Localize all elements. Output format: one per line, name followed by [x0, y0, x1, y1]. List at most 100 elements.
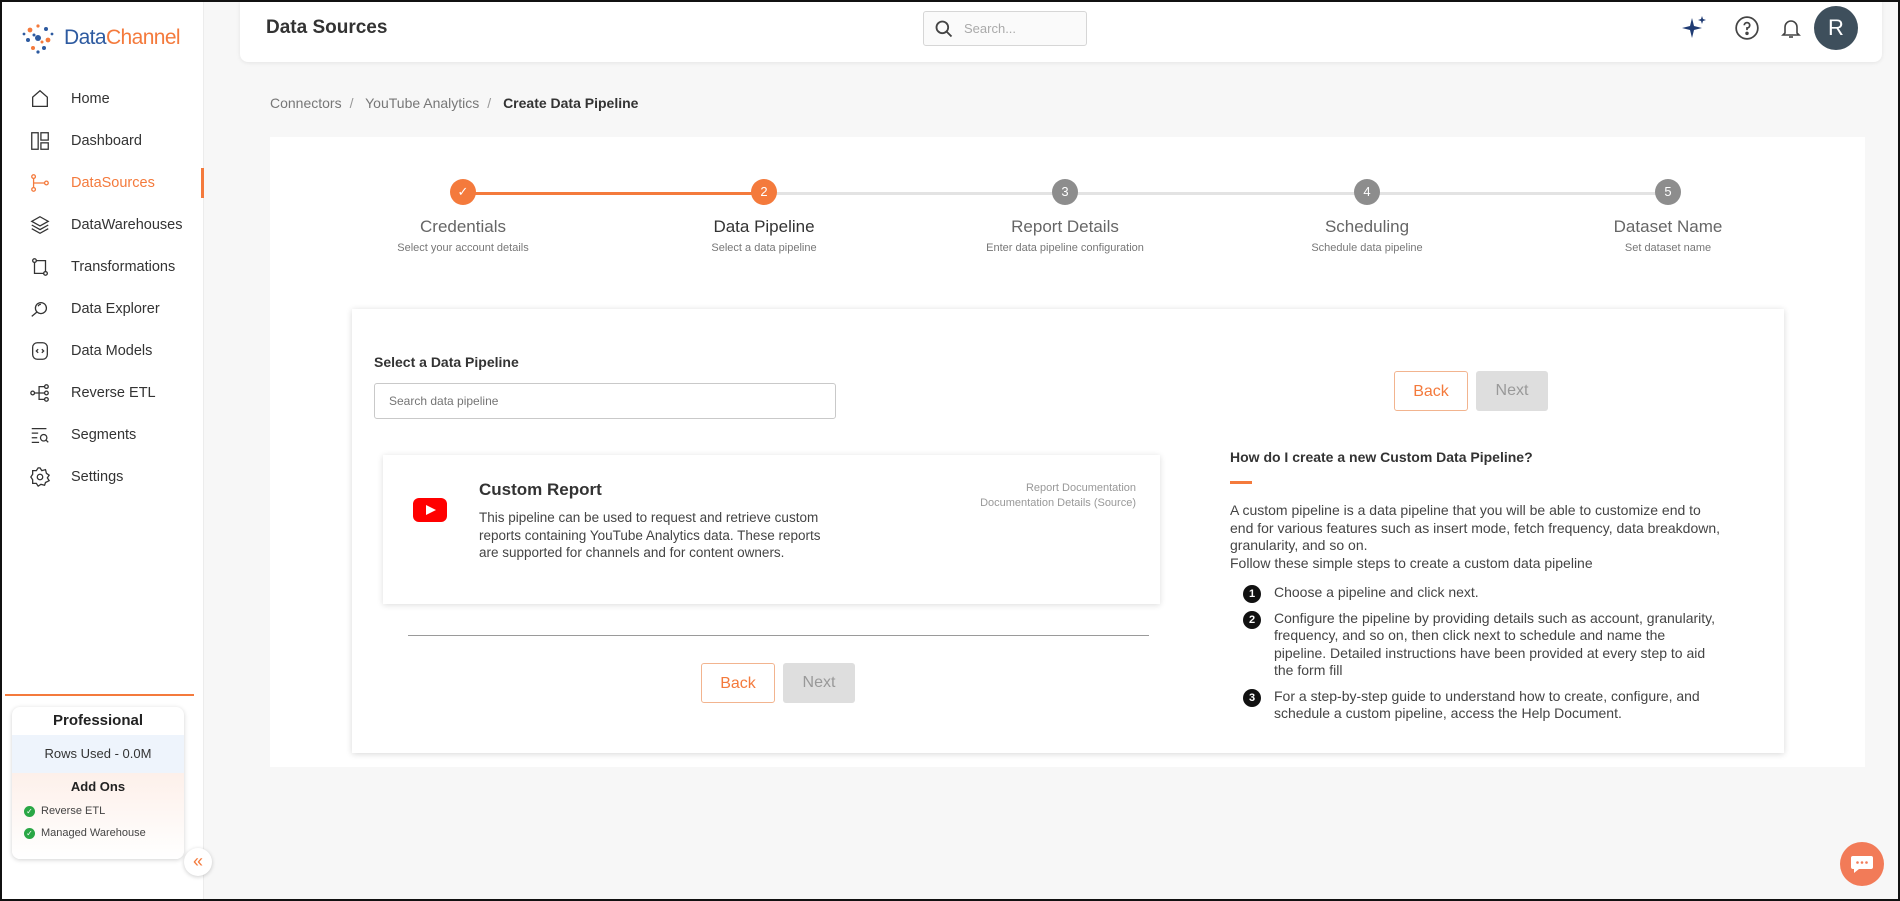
explorer-icon: [28, 297, 52, 321]
step-number: 5: [1655, 179, 1681, 205]
addon-item: ✓ Reverse ETL: [12, 800, 184, 822]
plan-card: Professional Rows Used - 0.0M Add Ons ✓ R…: [12, 707, 184, 859]
help-step: 2 Configure the pipeline by providing det…: [1230, 610, 1720, 680]
breadcrumb-separator: /: [349, 95, 354, 111]
help-circle-icon: [1735, 16, 1759, 40]
help-button[interactable]: [1733, 14, 1761, 42]
sidebar-item-transformations[interactable]: Transformations: [0, 246, 204, 288]
report-description: This pipeline can be used to request and…: [479, 510, 821, 560]
global-search-input[interactable]: Search...: [923, 11, 1087, 46]
sidebar-item-reverse-etl[interactable]: Reverse ETL: [0, 372, 204, 414]
sidebar-item-label: Transformations: [71, 259, 176, 275]
step-number-badge: 3: [1243, 688, 1261, 707]
sidebar-item-data-explorer[interactable]: Data Explorer: [0, 288, 204, 330]
transform-icon: [28, 255, 52, 279]
breadcrumb-current: Create Data Pipeline: [503, 95, 639, 111]
help-step: 1 Choose a pipeline and click next.: [1230, 584, 1720, 603]
sidebar-item-label: Reverse ETL: [71, 385, 156, 401]
step-credentials[interactable]: ✓ Credentials Select your account detail…: [333, 179, 593, 254]
page-title: Data Sources: [266, 17, 388, 38]
ai-sparkle-button[interactable]: [1680, 14, 1708, 42]
sidebar-item-dashboard[interactable]: Dashboard: [0, 120, 204, 162]
addon-label: Reverse ETL: [41, 805, 106, 817]
check-icon: ✓: [450, 179, 476, 205]
help-intro-text: A custom pipeline is a data pipeline tha…: [1230, 502, 1721, 553]
plan-divider: [5, 694, 194, 696]
next-button-top[interactable]: Next: [1476, 371, 1548, 411]
addons-section: Add Ons ✓ Reverse ETL ✓ Managed Warehouse: [12, 773, 184, 859]
logo[interactable]: DataChannel: [20, 20, 181, 56]
step-label: Dataset Name: [1613, 217, 1723, 236]
double-chevron-left-icon: «: [192, 851, 203, 871]
addon-item: ✓ Managed Warehouse: [12, 822, 184, 844]
help-step: 3 For a step-by-step guide to understand …: [1230, 688, 1720, 723]
help-intro-text: Follow these simple steps to create a cu…: [1230, 554, 1593, 571]
breadcrumb-youtube-analytics[interactable]: YouTube Analytics: [365, 95, 479, 111]
gear-icon: [28, 465, 52, 489]
model-icon: [28, 339, 52, 363]
step-dataset-name: 5 Dataset Name Set dataset name: [1538, 179, 1798, 254]
report-documentation-link[interactable]: Report Documentation: [980, 481, 1136, 496]
create-pipeline-panel: ✓ Credentials Select your account detail…: [270, 137, 1865, 767]
back-button[interactable]: Back: [701, 663, 775, 703]
sidebar-item-label: Home: [71, 91, 110, 107]
sidebar-item-data-models[interactable]: Data Models: [0, 330, 204, 372]
step-label: Data Pipeline: [713, 217, 815, 236]
chat-button[interactable]: [1840, 842, 1884, 886]
accent-bar: [1230, 481, 1252, 484]
user-avatar[interactable]: R: [1814, 6, 1858, 50]
back-button-top[interactable]: Back: [1394, 371, 1468, 411]
chat-bubble-icon: [1851, 856, 1873, 873]
sidebar-item-label: DataWarehouses: [71, 217, 183, 233]
top-bar: Data Sources Search... R: [240, 0, 1882, 62]
documentation-details-link[interactable]: Documentation Details (Source): [980, 496, 1136, 511]
breadcrumb-separator: /: [487, 95, 492, 111]
custom-report-option[interactable]: Custom Report This pipeline can be used …: [383, 455, 1160, 604]
wizard-stepper: ✓ Credentials Select your account detail…: [270, 137, 1865, 277]
sidebar-item-settings[interactable]: Settings: [0, 456, 204, 498]
sidebar-item-segments[interactable]: Segments: [0, 414, 204, 456]
logo-text-data: Data: [64, 26, 107, 49]
section-title: Select a Data Pipeline: [374, 354, 519, 370]
collapse-sidebar-button[interactable]: «: [184, 848, 212, 876]
next-button[interactable]: Next: [783, 663, 855, 703]
breadcrumb-connectors[interactable]: Connectors: [270, 95, 342, 111]
step-number-badge: 1: [1243, 585, 1261, 603]
step-label: Credentials: [420, 217, 506, 236]
step-number-badge: 2: [1243, 610, 1261, 629]
sidebar-item-label: Segments: [71, 427, 137, 443]
help-step-text: Choose a pipeline and click next.: [1274, 584, 1479, 600]
addons-title: Add Ons: [70, 779, 126, 794]
segments-icon: [28, 423, 52, 447]
pipeline-search-input[interactable]: [374, 383, 836, 419]
step-data-pipeline[interactable]: 2 Data Pipeline Select a data pipeline: [634, 179, 894, 254]
pipeline-selection-card: Select a Data Pipeline Back Next Custom …: [352, 309, 1784, 753]
report-title: Custom Report: [479, 480, 602, 499]
dashboard-icon: [28, 129, 52, 153]
help-step-text: Configure the pipeline by providing deta…: [1274, 609, 1715, 679]
sidebar-nav: Home Dashboard DataSources DataWarehouse…: [0, 78, 204, 498]
logo-text-channel: Channel: [105, 26, 181, 49]
notifications-button[interactable]: [1777, 14, 1805, 42]
addon-label: Managed Warehouse: [41, 827, 146, 839]
sidebar-item-datawarehouses[interactable]: DataWarehouses: [0, 204, 204, 246]
help-title: How do I create a new Custom Data Pipeli…: [1230, 449, 1533, 465]
search-icon: [935, 20, 953, 37]
sidebar-item-datasources[interactable]: DataSources: [0, 162, 204, 204]
sidebar-item-label: Data Explorer: [71, 301, 160, 317]
youtube-icon: [413, 498, 447, 522]
sidebar-item-home[interactable]: Home: [0, 78, 204, 120]
reverse-etl-icon: [28, 381, 52, 405]
step-number: 4: [1354, 179, 1380, 205]
help-steps: 1 Choose a pipeline and click next. 2 Conf…: [1230, 584, 1720, 723]
sidebar-item-label: DataSources: [71, 175, 155, 191]
step-report-details: 3 Report Details Enter data pipeline con…: [935, 179, 1195, 254]
step-sublabel: Select your account details: [397, 242, 529, 254]
step-sublabel: Schedule data pipeline: [1311, 242, 1423, 254]
check-circle-icon: ✓: [24, 827, 35, 839]
search-placeholder: Search...: [964, 21, 1017, 36]
step-number: 2: [751, 179, 777, 205]
datachannel-logo-icon: [22, 24, 54, 54]
layers-icon: [28, 213, 52, 237]
bell-icon: [1781, 20, 1801, 38]
